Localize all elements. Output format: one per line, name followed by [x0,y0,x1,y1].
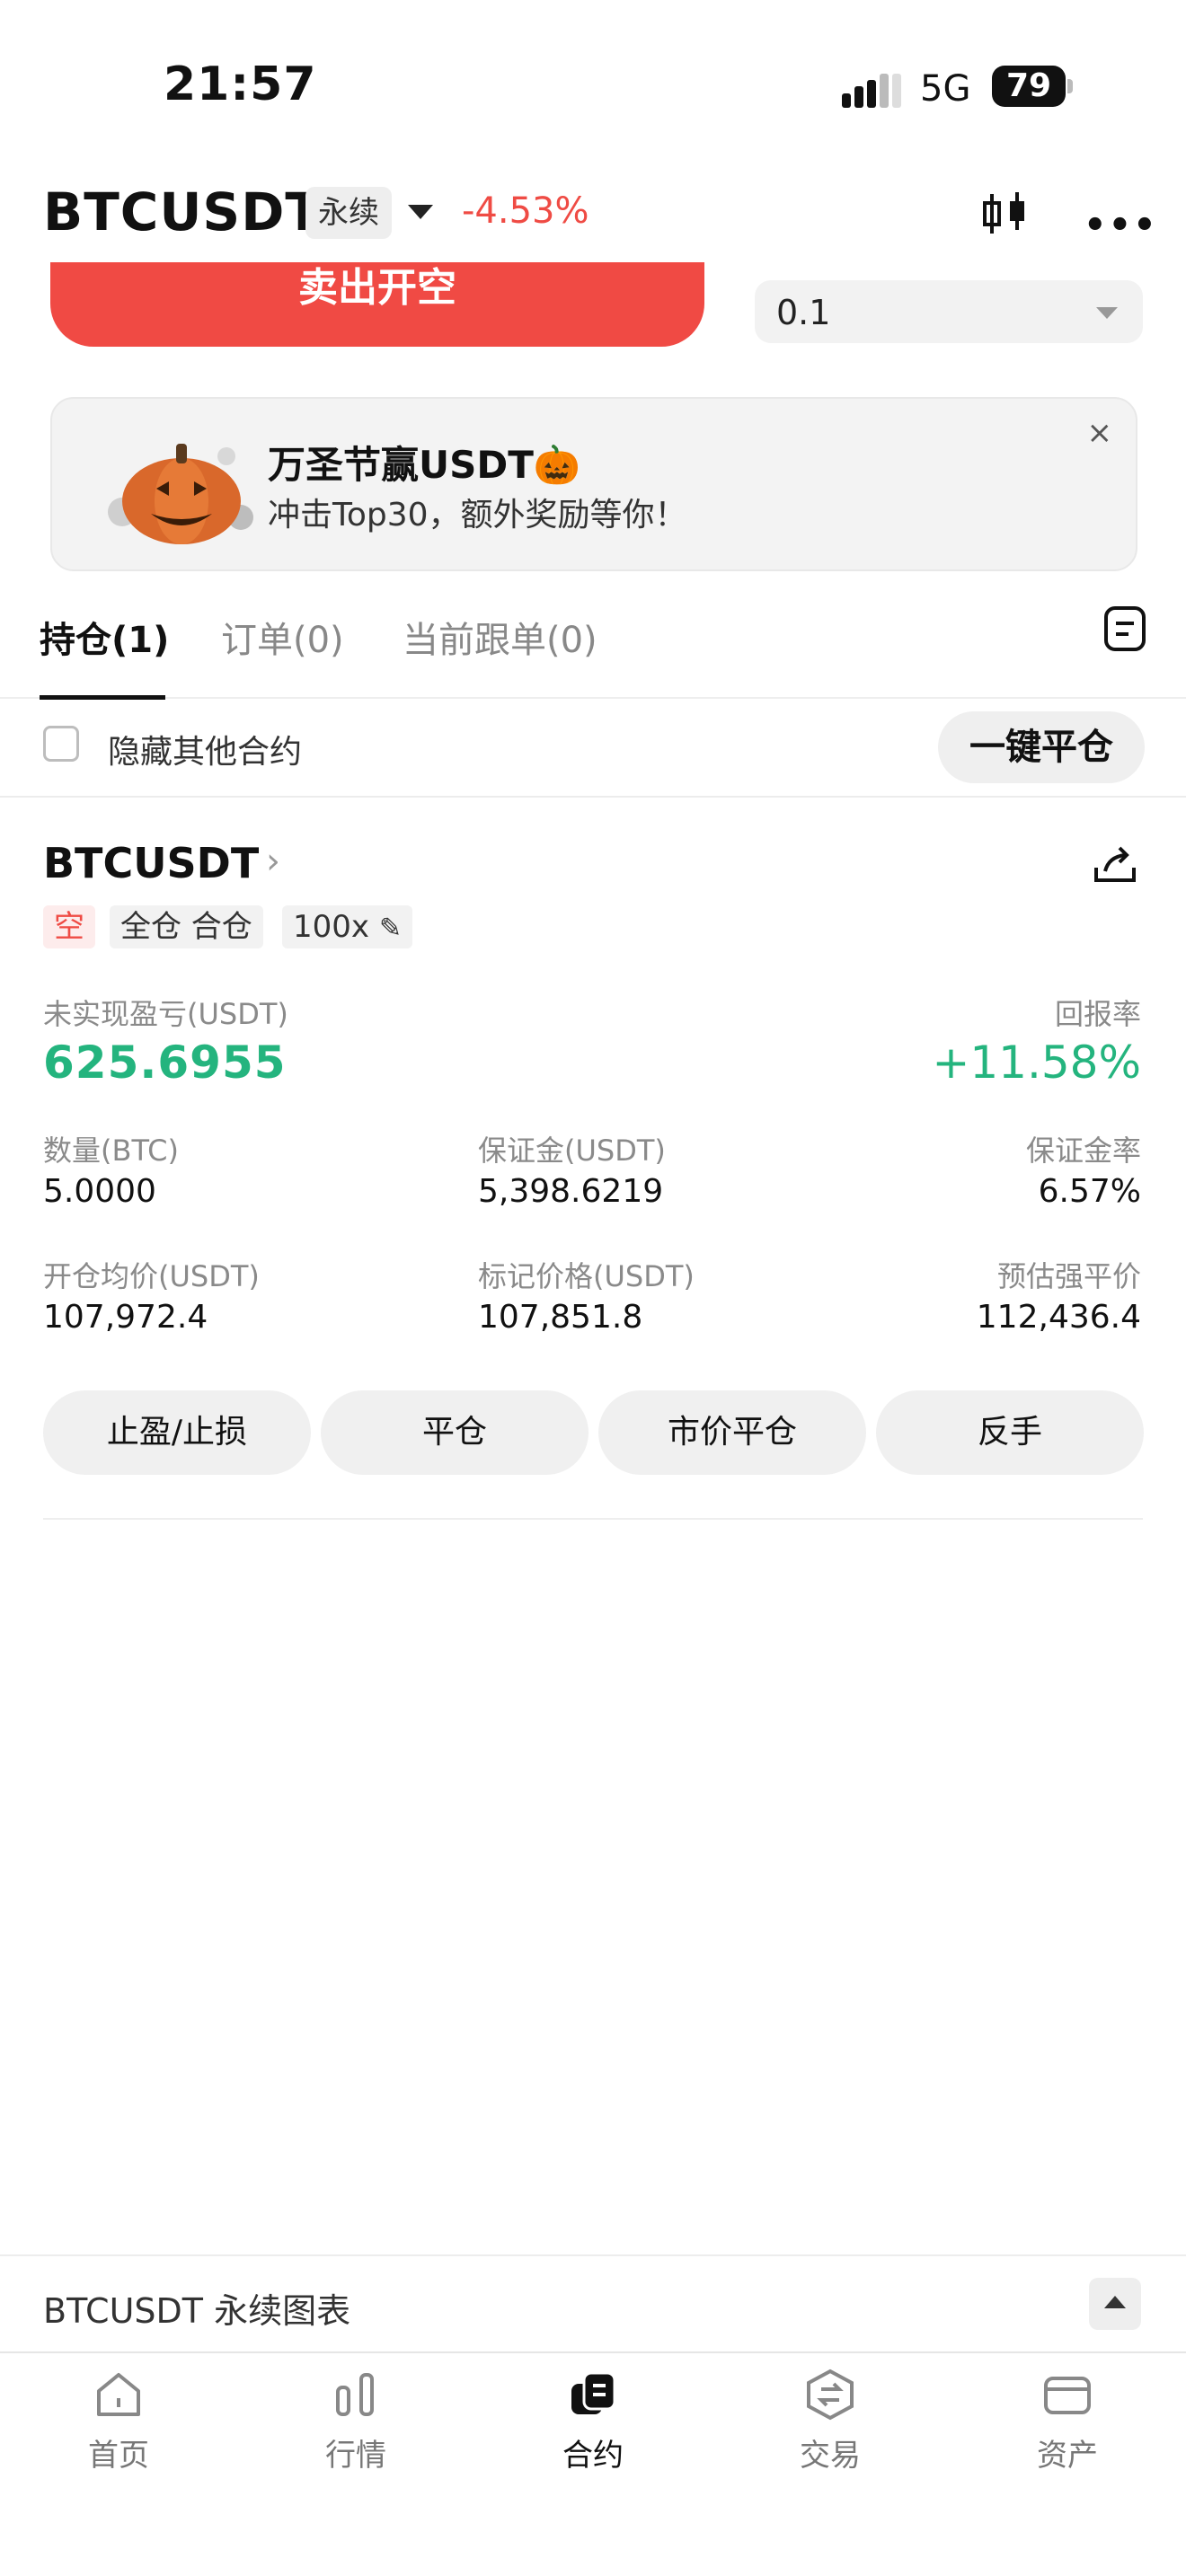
divider [0,2254,1186,2256]
margin-value: 5,398.6219 [478,1173,664,1210]
nav-label: 交易 [800,2438,861,2474]
chart-expand-button[interactable] [1089,2278,1141,2330]
margin-ratio-label: 保证金率 [1025,1134,1141,1168]
side-badge: 空 [43,905,95,948]
nav-home[interactable]: 首页 [20,2359,217,2475]
chevron-down-icon[interactable] [408,205,433,219]
entry-price-label: 开仓均价(USDT) [43,1259,260,1293]
candlestick-icon[interactable] [979,189,1030,239]
sell-short-label: 卖出开空 [298,265,456,311]
nav-market[interactable]: 行情 [257,2359,455,2475]
nav-label: 合约 [562,2438,624,2474]
tab-active-indicator [40,695,165,700]
close-icon[interactable]: × [1087,415,1113,451]
liquidation-price-value: 112,436.4 [976,1299,1141,1336]
quantity-select[interactable]: 0.1 [755,280,1143,343]
battery-icon [1067,79,1073,93]
tab-orders[interactable]: 订单(0) [221,611,344,663]
chevron-up-icon [1104,2296,1126,2308]
tp-sl-button[interactable]: 止盈/止损 [43,1390,311,1475]
tab-positions[interactable]: 持仓(1) [40,611,169,663]
share-icon[interactable] [1091,841,1139,889]
chevron-down-icon [1096,307,1118,319]
banner-subtitle: 冲击Top30，额外奖励等你！ [268,497,687,534]
divider [43,1518,1143,1520]
nav-label: 资产 [1037,2438,1098,2474]
entry-price-value: 107,972.4 [43,1299,208,1336]
status-time: 21:57 [164,57,317,111]
promo-banner[interactable]: 万圣节赢USDT🎃 冲击Top30，额外奖励等你！ × [50,397,1137,571]
edit-icon: ✎ [378,913,402,944]
signal-icon [842,74,901,108]
home-icon [97,2373,140,2416]
nav-label: 行情 [325,2438,386,2474]
banner-title: 万圣节赢USDT🎃 [268,443,581,487]
quantity-value: 5.0000 [43,1173,156,1210]
contract-type-badge[interactable]: 永续 [305,187,392,239]
more-icon[interactable]: ••• [1084,205,1158,246]
nav-trade[interactable]: 交易 [731,2359,929,2475]
tab-divider [0,697,1186,699]
nav-label: 首页 [88,2438,149,2474]
pumpkin-illustration [108,444,253,544]
pair-title[interactable]: BTCUSDT [43,181,322,243]
reverse-position-button[interactable]: 反手 [876,1390,1144,1475]
nav-assets[interactable]: 资产 [969,2359,1166,2475]
chevron-right-icon[interactable]: › [266,841,280,882]
close-position-button[interactable]: 平仓 [321,1390,589,1475]
chart-bar-label[interactable]: BTCUSDT 永续图表 [43,2283,350,2333]
margin-mode-badge: 全仓 合仓 [110,905,263,948]
pnl-value: 625.6955 [43,1037,287,1089]
leverage-badge[interactable]: 100x ✎ [282,905,412,948]
market-close-button[interactable]: 市价平仓 [598,1390,866,1475]
nav-futures[interactable]: 合约 [494,2359,692,2475]
close-all-button[interactable]: 一键平仓 [938,711,1145,783]
position-symbol[interactable]: BTCUSDT [43,839,259,887]
order-history-icon[interactable] [1103,605,1146,652]
nav-divider [0,2351,1186,2353]
sell-short-button[interactable]: 卖出开空 [50,262,704,347]
tab-copy-orders[interactable]: 当前跟单(0) [403,611,597,663]
market-icon [336,2373,374,2416]
pnl-label: 未实现盈亏(USDT) [43,997,288,1031]
quantity-label: 数量(BTC) [43,1134,179,1168]
margin-label: 保证金(USDT) [478,1134,666,1168]
margin-ratio-value: 6.57% [1038,1173,1141,1210]
roe-label: 回报率 [1054,997,1141,1031]
futures-icon [571,2371,616,2414]
liquidation-price-label: 预估强平价 [996,1259,1141,1293]
mark-price-label: 标记价格(USDT) [478,1259,695,1293]
price-change: -4.53% [462,190,589,232]
roe-value: +11.58% [932,1037,1141,1089]
trade-icon [807,2369,854,2421]
quantity-value: 0.1 [776,293,831,332]
wallet-icon [1044,2377,1091,2414]
mark-price-value: 107,851.8 [478,1299,643,1336]
leverage-value: 100x [293,909,370,945]
divider [0,796,1186,798]
battery-level: 79 [992,66,1066,107]
network-type: 5G [920,68,971,110]
hide-others-label: 隐藏其他合约 [108,734,303,771]
hide-others-checkbox[interactable] [43,726,79,762]
